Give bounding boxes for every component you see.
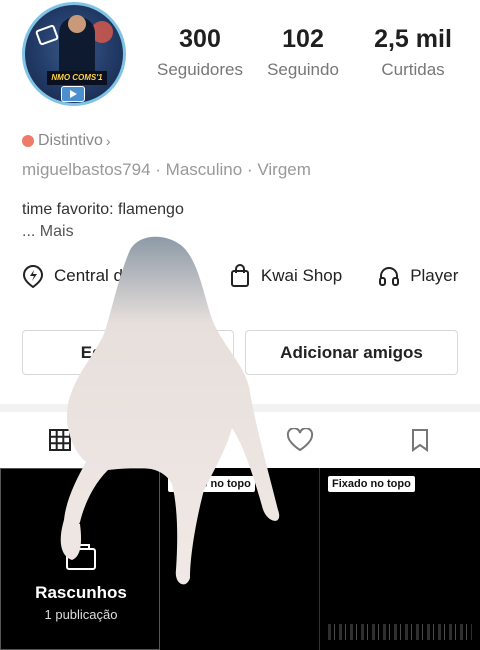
username: miguelbastos794 (22, 160, 151, 179)
zodiac-sign: Virgem (257, 160, 311, 179)
drafts-title: Rascunhos (35, 583, 127, 602)
avatar-figure (59, 15, 95, 79)
grid-icon (49, 429, 71, 451)
meta-separator: · (246, 160, 253, 179)
kwai-shop-link[interactable]: Kwai Shop (229, 264, 342, 288)
badge-label: Distintivo (38, 132, 103, 149)
player-link[interactable]: Player (378, 264, 458, 288)
section-divider (0, 404, 480, 412)
avatar-decoration (34, 24, 60, 46)
drafts-tile[interactable]: Rascunhos 1 publicação (0, 468, 160, 650)
stat-value: 2,5 mil (374, 25, 452, 53)
chevron-right-icon: › (105, 133, 111, 149)
video-play-icon (61, 86, 85, 102)
content-tabs (0, 412, 480, 468)
pinned-badge: Fixado no topo (328, 476, 415, 492)
bookmark-icon (412, 429, 428, 452)
stat-value: 102 (282, 25, 324, 53)
headphones-icon (379, 267, 400, 286)
gender: Masculino (165, 160, 243, 179)
profile-stats: 300 Seguidores 102 Seguindo 2,5 mil Curt… (150, 24, 466, 80)
stat-label: Curtidas (381, 60, 445, 79)
add-friends-button[interactable]: Adicionar amigos (245, 330, 458, 375)
avatar-caption: NMO COMS'1 (47, 71, 107, 85)
stat-label: Seguidores (156, 60, 243, 79)
meta-separator: · (155, 160, 161, 179)
shopping-bag-icon (230, 264, 249, 287)
profile-bio: time favorito: flamengo ... Mais (22, 199, 184, 243)
profile-actions: Editar perfil Adicionar amigos (22, 330, 458, 375)
video-thumbnail-noise (328, 624, 472, 640)
creator-center-link[interactable]: Central do Criador (22, 264, 193, 288)
video-grid: Rascunhos 1 publicação Fixado no topo Fi… (0, 468, 480, 650)
tab-saved[interactable] (360, 412, 480, 468)
stat-label: Seguindo (267, 60, 339, 79)
stat-following[interactable]: 102 Seguindo (250, 24, 356, 80)
pinned-badge: Fixado no topo (168, 476, 255, 492)
link-label: Central do Criador (54, 266, 193, 285)
heart-icon (286, 428, 314, 452)
bio-text: time favorito: flamengo (22, 201, 184, 218)
stat-value: 300 (179, 25, 221, 53)
profile-avatar[interactable]: NMO COMS'1 (22, 2, 126, 106)
draft-folder-icon (66, 544, 96, 570)
tab-posts[interactable] (0, 412, 120, 468)
lock-icon (171, 429, 189, 451)
link-label: Kwai Shop (260, 266, 343, 285)
badge-icon (22, 135, 34, 147)
badge-link[interactable]: Distintivo › (22, 132, 111, 150)
stat-followers[interactable]: 300 Seguidores (150, 24, 250, 80)
link-label: Player (410, 266, 459, 285)
stat-likes[interactable]: 2,5 mil Curtidas (360, 24, 466, 80)
video-tile[interactable]: Fixado no topo (320, 468, 480, 650)
profile-meta: miguelbastos794 · Masculino · Virgem (22, 160, 311, 180)
profile-links: Central do Criador Kwai Shop Player (22, 264, 480, 288)
drafts-count: 1 publicação (44, 607, 118, 622)
edit-profile-button[interactable]: Editar perfil (22, 330, 234, 375)
bio-more-link[interactable]: ... Mais (22, 221, 184, 243)
tab-private[interactable] (120, 412, 240, 468)
tab-likes[interactable] (240, 412, 360, 468)
lightning-pin-icon (22, 264, 44, 288)
video-tile[interactable]: Fixado no topo (160, 468, 320, 650)
